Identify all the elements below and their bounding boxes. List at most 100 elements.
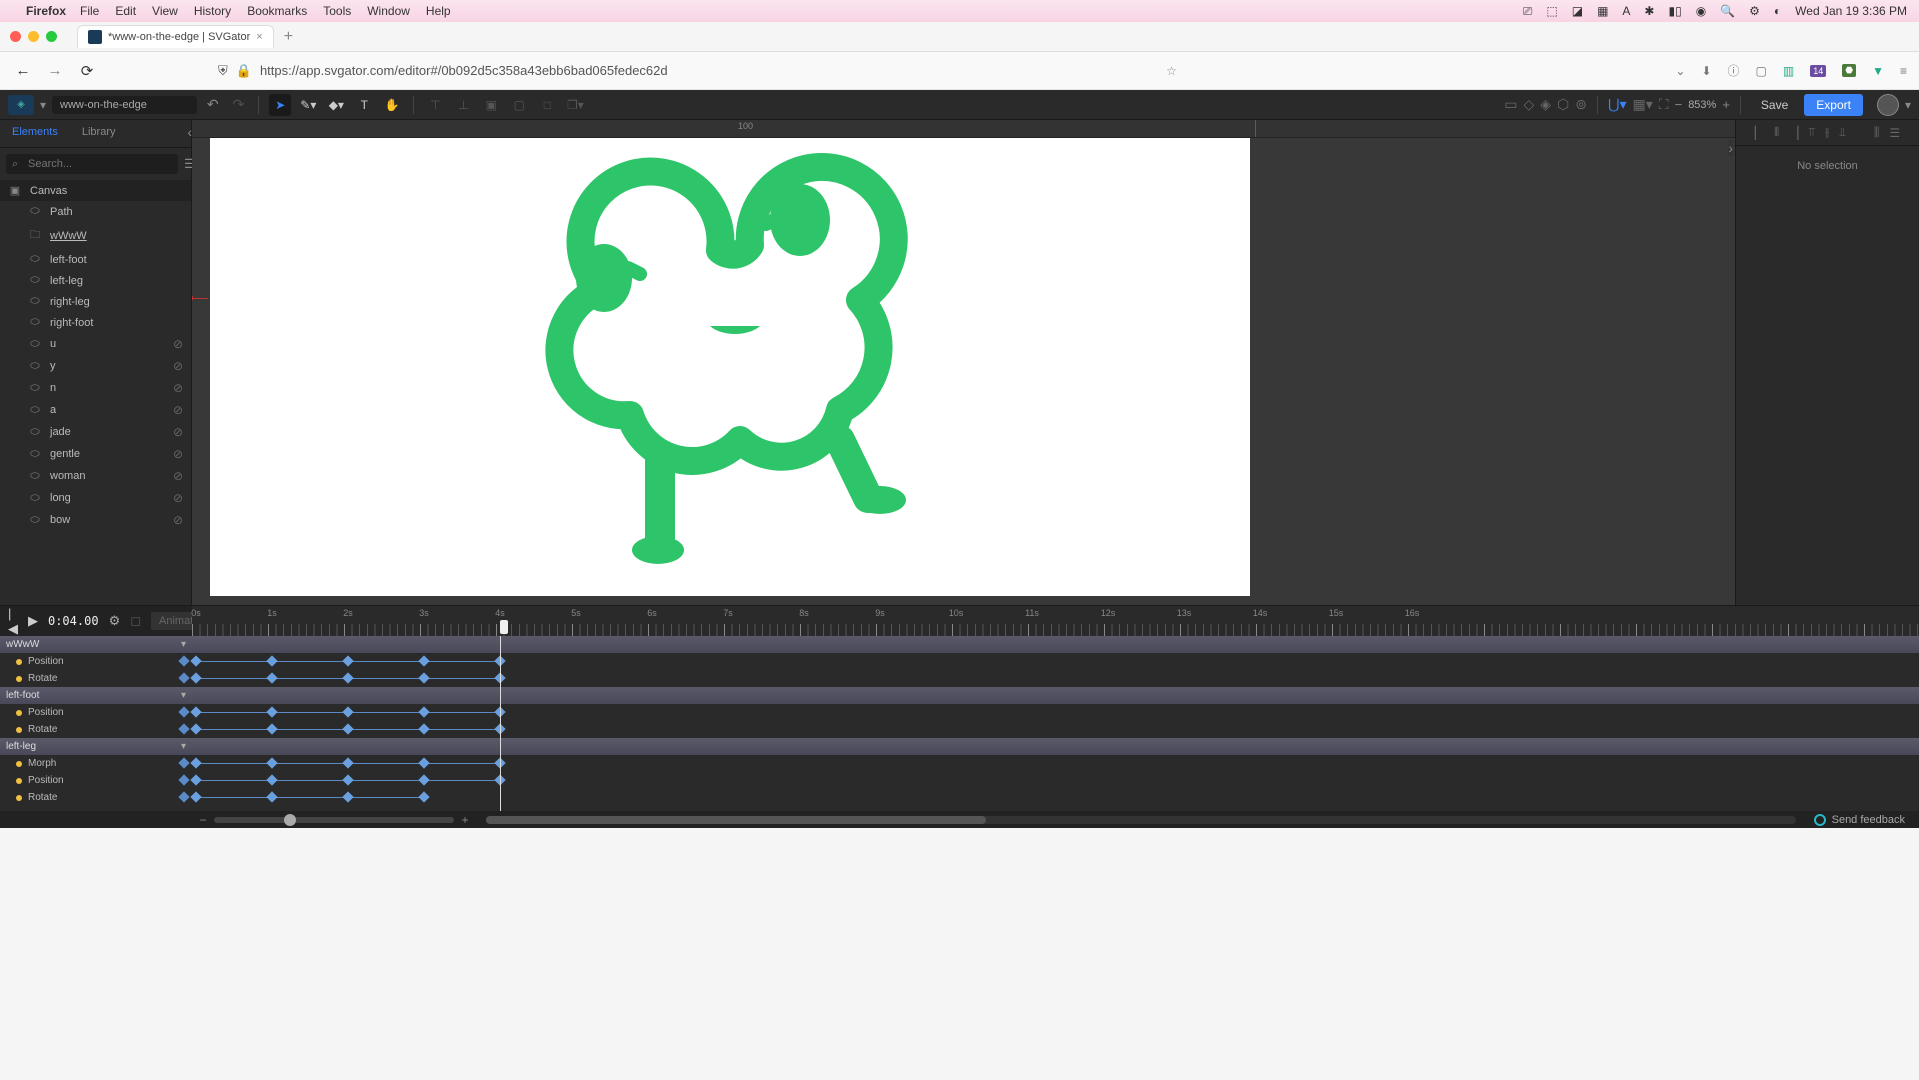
undo-button[interactable]: ↶ — [207, 96, 219, 113]
pen-tool[interactable]: ✎▾ — [297, 94, 319, 116]
animate-toggle-icon[interactable]: ◻ — [130, 613, 141, 629]
keyframe-diamond[interactable] — [342, 757, 353, 768]
close-window-icon[interactable] — [10, 31, 21, 42]
track-group[interactable]: left-foot▾ — [0, 687, 192, 704]
keyframe-diamond[interactable] — [266, 723, 277, 734]
keyframe-lane[interactable] — [192, 755, 1919, 772]
layer-row[interactable]: ⬭left-foot — [0, 249, 191, 270]
keyframe-diamond[interactable] — [190, 791, 201, 802]
slider-thumb[interactable] — [284, 814, 296, 826]
keyframe-diamond[interactable] — [418, 672, 429, 683]
window-controls[interactable] — [10, 31, 57, 42]
lock-icon[interactable]: 🔒 — [236, 63, 252, 79]
hidden-icon[interactable]: ⊘ — [173, 491, 183, 505]
text-tool[interactable]: T — [353, 94, 375, 116]
align-tool[interactable]: ⊤ — [424, 94, 446, 116]
overflow-menu-icon[interactable]: ≡ — [1900, 64, 1907, 78]
menubar-icon[interactable]: ▦ — [1597, 4, 1608, 18]
extension-v-icon[interactable]: ▼ — [1872, 64, 1884, 78]
layer-row[interactable]: ⬭bow⊘ — [0, 509, 191, 531]
hidden-icon[interactable]: ⊘ — [173, 513, 183, 527]
timeline-settings-icon[interactable]: ⚙ — [109, 613, 121, 629]
tab-library[interactable]: Library — [70, 120, 128, 147]
collapse-right-icon[interactable]: › — [1728, 140, 1733, 156]
maximize-window-icon[interactable] — [46, 31, 57, 42]
pocket-icon[interactable]: ⌄ — [1675, 64, 1685, 78]
scrollbar-thumb[interactable] — [486, 816, 986, 824]
shape-tool[interactable]: ◆▾ — [325, 94, 347, 116]
distribute-v-icon[interactable]: ☰ — [1889, 126, 1900, 140]
keyframe-diamond[interactable] — [418, 655, 429, 666]
group-tool[interactable]: □ — [536, 94, 558, 116]
app-logo-icon[interactable]: ◈ — [8, 95, 34, 115]
bookmark-star-icon[interactable]: ☆ — [1166, 64, 1177, 78]
align-left-icon[interactable]: ▏ — [1755, 126, 1764, 140]
save-button[interactable]: Save — [1751, 94, 1798, 116]
snap-icon[interactable]: ⬡ — [1557, 96, 1569, 113]
layer-row[interactable]: ⬭left-leg — [0, 270, 191, 291]
group-tool[interactable]: ▢ — [508, 94, 530, 116]
extension-icon[interactable]: ▥ — [1783, 64, 1794, 78]
bounds-icon[interactable]: ▭ — [1504, 96, 1517, 113]
track-group-lane[interactable] — [192, 687, 1919, 704]
keyframe-diamond[interactable] — [190, 723, 201, 734]
menu-file[interactable]: File — [80, 4, 99, 18]
send-feedback-button[interactable]: Send feedback — [1800, 814, 1919, 826]
select-tool[interactable]: ➤ — [269, 94, 291, 116]
siri-icon[interactable]: ◐ — [1774, 4, 1781, 18]
battery-icon[interactable]: ▮▯ — [1668, 4, 1681, 18]
fit-icon[interactable]: ⛶ — [1659, 96, 1669, 113]
play-button[interactable]: ▶ — [28, 613, 38, 629]
control-center-icon[interactable]: ⚙ — [1749, 4, 1760, 18]
keyframe-diamond[interactable] — [342, 672, 353, 683]
keyframe-diamond[interactable] — [266, 791, 277, 802]
keyframe-lane[interactable] — [192, 670, 1919, 687]
layer-row[interactable]: ⬭y⊘ — [0, 355, 191, 377]
playhead-time[interactable]: 0:04.00 — [48, 614, 99, 628]
align-top-icon[interactable]: ⫪ — [1808, 125, 1815, 140]
track-group-lane[interactable] — [192, 636, 1919, 653]
extension-icon[interactable]: ▢ — [1756, 64, 1767, 78]
layer-row[interactable]: ⬭right-foot — [0, 312, 191, 333]
search-input[interactable] — [6, 154, 178, 174]
align-middle-icon[interactable]: ⫲ — [1825, 125, 1829, 140]
keyframe-diamond[interactable] — [190, 672, 201, 683]
info-icon[interactable]: ⓘ — [1728, 62, 1740, 79]
keyframe-diamond[interactable] — [418, 791, 429, 802]
track-group-lane[interactable] — [192, 738, 1919, 755]
hidden-icon[interactable]: ⊘ — [173, 425, 183, 439]
menu-help[interactable]: Help — [426, 4, 451, 18]
align-tool[interactable]: ⊥ — [452, 94, 474, 116]
playhead-line[interactable] — [500, 636, 501, 811]
keyframe-diamond[interactable] — [418, 723, 429, 734]
menubar-icon[interactable]: A — [1622, 4, 1630, 18]
track-property[interactable]: Rotate — [0, 721, 192, 738]
layer-row[interactable]: ⬭woman⊘ — [0, 465, 191, 487]
export-button[interactable]: Export — [1804, 94, 1863, 116]
layer-row[interactable]: ⬭Path — [0, 201, 191, 222]
bluetooth-icon[interactable]: ✱ — [1644, 4, 1654, 18]
distribute-h-icon[interactable]: ⫼ — [1874, 125, 1880, 140]
keyframe-diamond[interactable] — [418, 774, 429, 785]
redo-button[interactable]: ↷ — [233, 96, 245, 113]
hand-tool[interactable]: ✋ — [381, 94, 403, 116]
track-group[interactable]: wWwW▾ — [0, 636, 192, 653]
menu-history[interactable]: History — [194, 4, 231, 18]
keyframe-diamond[interactable] — [266, 655, 277, 666]
menu-tools[interactable]: Tools — [323, 4, 351, 18]
layer-row[interactable]: ⬭gentle⊘ — [0, 443, 191, 465]
keyframe-lane[interactable] — [192, 704, 1919, 721]
align-center-icon[interactable]: ⫴ — [1774, 125, 1779, 140]
keyframe-diamond[interactable] — [342, 655, 353, 666]
menu-view[interactable]: View — [152, 4, 178, 18]
keyframe-diamond[interactable] — [266, 672, 277, 683]
group-tool[interactable]: ▣ — [480, 94, 502, 116]
keyframe-lane[interactable] — [192, 772, 1919, 789]
layer-row[interactable]: 🗀wWwW — [0, 222, 191, 249]
rewind-button[interactable]: |◀ — [8, 606, 18, 637]
track-property[interactable]: Position — [0, 772, 192, 789]
grid-icon[interactable]: ▦▾ — [1633, 96, 1653, 113]
hidden-icon[interactable]: ⊘ — [173, 381, 183, 395]
menu-window[interactable]: Window — [367, 4, 410, 18]
snap-icon[interactable]: ◇ — [1523, 96, 1534, 113]
